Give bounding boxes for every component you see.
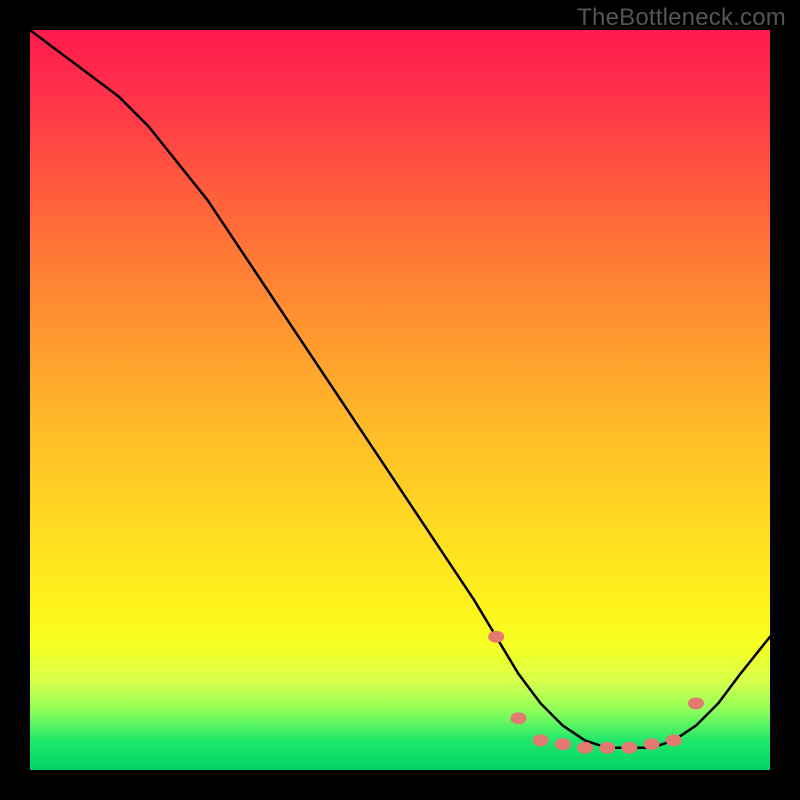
chart-frame: TheBottleneck.com <box>0 0 800 800</box>
highlight-dot <box>599 742 615 754</box>
highlight-dot <box>533 734 549 746</box>
highlight-dots-group <box>488 631 704 754</box>
highlight-dot <box>510 712 526 724</box>
watermark-label: TheBottleneck.com <box>577 4 786 32</box>
highlight-dot <box>688 697 704 709</box>
highlight-dot <box>488 631 504 643</box>
highlight-dot <box>644 738 660 750</box>
highlight-dot <box>666 734 682 746</box>
highlight-dot <box>621 742 637 754</box>
highlight-dot <box>577 742 593 754</box>
bottleneck-curve <box>30 30 770 748</box>
curve-layer <box>30 30 770 770</box>
highlight-dot <box>555 738 571 750</box>
